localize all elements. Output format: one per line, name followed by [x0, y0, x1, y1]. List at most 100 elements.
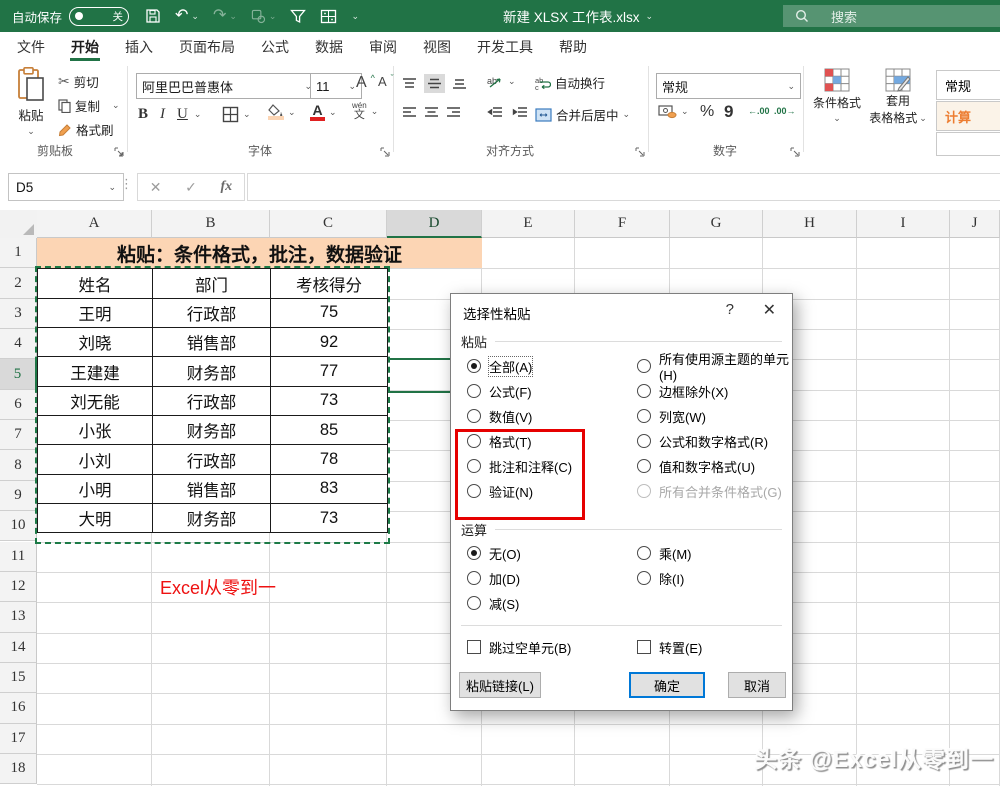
underline-button[interactable]: U [177, 106, 188, 123]
radio-icon[interactable] [467, 546, 481, 560]
radio-所有使用源主题的单元(H)[interactable]: 所有使用源主题的单元(H) [637, 358, 792, 374]
cell-style-empty[interactable] [936, 132, 1000, 156]
row-header-18[interactable]: 18 [0, 754, 37, 784]
table-cell[interactable]: 刘晓 [38, 328, 153, 357]
table-cell[interactable]: 小刘 [38, 445, 153, 474]
autosave-toggle[interactable]: 自动保存 关 [12, 7, 129, 26]
column-header-H[interactable]: H [763, 210, 857, 238]
data-table[interactable]: 姓名部门考核得分王明行政部75刘晓销售部92王建建财务部77刘无能行政部73小张… [37, 268, 388, 533]
tab-帮助[interactable]: 帮助 [546, 32, 600, 62]
conditional-formatting-button[interactable]: 条件格式 ⌄ [808, 68, 866, 124]
copy-button[interactable]: 复制 ⌄ [58, 96, 120, 115]
comma-style-button[interactable]: 9 [724, 102, 733, 122]
row-header-7[interactable]: 7 [0, 420, 37, 450]
align-center-button[interactable] [424, 106, 439, 119]
table-view-button[interactable] [320, 9, 337, 24]
bold-button[interactable]: B [138, 106, 148, 123]
table-cell[interactable]: 92 [271, 328, 388, 357]
row-header-13[interactable]: 13 [0, 602, 37, 632]
orientation-button[interactable]: ab ⌄ [487, 74, 516, 89]
table-cell[interactable]: 王明 [38, 298, 153, 327]
radio-icon[interactable] [467, 571, 481, 585]
radio-icon[interactable] [467, 596, 481, 610]
align-middle-button[interactable] [424, 74, 445, 93]
row-header-5[interactable]: 5 [0, 359, 37, 389]
table-cell[interactable]: 大明 [38, 504, 153, 533]
radio-边框除外(X)[interactable]: 边框除外(X) [637, 383, 792, 399]
radio-icon[interactable] [637, 359, 651, 373]
column-header-E[interactable]: E [482, 210, 575, 238]
filter-button[interactable] [290, 9, 306, 24]
phonetic-guide-button[interactable]: wén 文 ⌄ [352, 102, 378, 121]
ink-shapes-button[interactable]: ⌄ [251, 9, 277, 24]
checkbox-icon[interactable] [467, 640, 481, 654]
row-header-3[interactable]: 3 [0, 299, 37, 329]
column-header-F[interactable]: F [575, 210, 670, 238]
font-name-select[interactable]: 阿里巴巴普惠体⌄ [136, 73, 318, 99]
radio-全部(A)[interactable]: 全部(A) [467, 358, 572, 374]
align-bottom-button[interactable] [452, 77, 467, 90]
dialog-help-button[interactable]: ? [726, 301, 734, 318]
ok-button[interactable]: 确定 [629, 672, 705, 698]
decrease-decimal-button[interactable]: .00→ [774, 106, 796, 116]
radio-数值(V)[interactable]: 数值(V) [467, 408, 572, 424]
radio-icon[interactable] [637, 409, 651, 423]
row-header-17[interactable]: 17 [0, 724, 37, 754]
tab-文件[interactable]: 文件 [4, 32, 58, 62]
radio-icon[interactable] [637, 571, 651, 585]
cancel-entry-button[interactable]: ✕ [150, 179, 162, 196]
table-cell[interactable]: 73 [271, 386, 388, 415]
column-header-B[interactable]: B [152, 210, 270, 238]
formula-input[interactable] [247, 173, 1000, 201]
radio-加(D)[interactable]: 加(D) [467, 570, 521, 586]
row-header-11[interactable]: 11 [0, 542, 37, 572]
checkbox-跳过空单元(B)[interactable]: 跳过空单元(B) [467, 639, 571, 655]
number-dialog-launcher[interactable] [790, 147, 800, 157]
table-cell[interactable]: 73 [271, 504, 388, 533]
merged-title-cell[interactable]: 粘贴：条件格式，批注，数据验证 [37, 238, 482, 268]
tab-视图[interactable]: 视图 [410, 32, 464, 62]
row-header-14[interactable]: 14 [0, 633, 37, 663]
tab-数据[interactable]: 数据 [302, 32, 356, 62]
tab-开发工具[interactable]: 开发工具 [464, 32, 546, 62]
dialog-close-button[interactable]: ✕ [763, 300, 776, 320]
radio-公式(F)[interactable]: 公式(F) [467, 383, 572, 399]
radio-icon[interactable] [637, 434, 651, 448]
row-header-9[interactable]: 9 [0, 481, 37, 511]
table-cell[interactable]: 78 [271, 445, 388, 474]
row-header-12[interactable]: 12 [0, 572, 37, 602]
table-cell[interactable]: 财务部 [153, 416, 271, 445]
redo-button[interactable]: ↷ ⌄ [213, 8, 237, 24]
title-dropdown-icon[interactable]: ⌄ [646, 11, 654, 22]
radio-icon[interactable] [467, 359, 481, 373]
qat-customize-button[interactable]: ⌄ [351, 11, 359, 22]
radio-icon[interactable] [467, 384, 481, 398]
table-cell[interactable]: 行政部 [153, 445, 271, 474]
format-as-table-button[interactable]: 套用 表格格式⌄ [868, 68, 928, 126]
radio-icon[interactable] [637, 546, 651, 560]
column-header-I[interactable]: I [857, 210, 950, 238]
insert-function-button[interactable]: fx [220, 179, 232, 195]
paste-link-button[interactable]: 粘贴链接(L) [459, 672, 541, 698]
table-header-cell[interactable]: 姓名 [38, 269, 153, 298]
cell-style-计算[interactable]: 计算 [936, 101, 1000, 131]
search-input[interactable]: 搜索 [783, 5, 1000, 27]
column-header-C[interactable]: C [270, 210, 387, 238]
column-header-G[interactable]: G [670, 210, 763, 238]
clipboard-dialog-launcher[interactable] [114, 147, 124, 157]
save-button[interactable] [145, 8, 161, 24]
tab-页面布局[interactable]: 页面布局 [166, 32, 248, 62]
checkbox-icon[interactable] [637, 640, 651, 654]
decrease-indent-button[interactable] [487, 106, 503, 119]
radio-减(S)[interactable]: 减(S) [467, 595, 521, 611]
table-cell[interactable]: 行政部 [153, 298, 271, 327]
align-top-button[interactable] [402, 77, 417, 90]
name-box[interactable]: D5 ⌄ [8, 173, 124, 201]
radio-公式和数字格式(R)[interactable]: 公式和数字格式(R) [637, 433, 792, 449]
radio-icon[interactable] [637, 384, 651, 398]
format-painter-button[interactable]: 格式刷 [58, 120, 114, 139]
radio-格式(T)[interactable]: 格式(T) [467, 433, 572, 449]
tab-公式[interactable]: 公式 [248, 32, 302, 62]
column-header-D[interactable]: D [387, 210, 482, 238]
table-cell[interactable]: 财务部 [153, 357, 271, 386]
